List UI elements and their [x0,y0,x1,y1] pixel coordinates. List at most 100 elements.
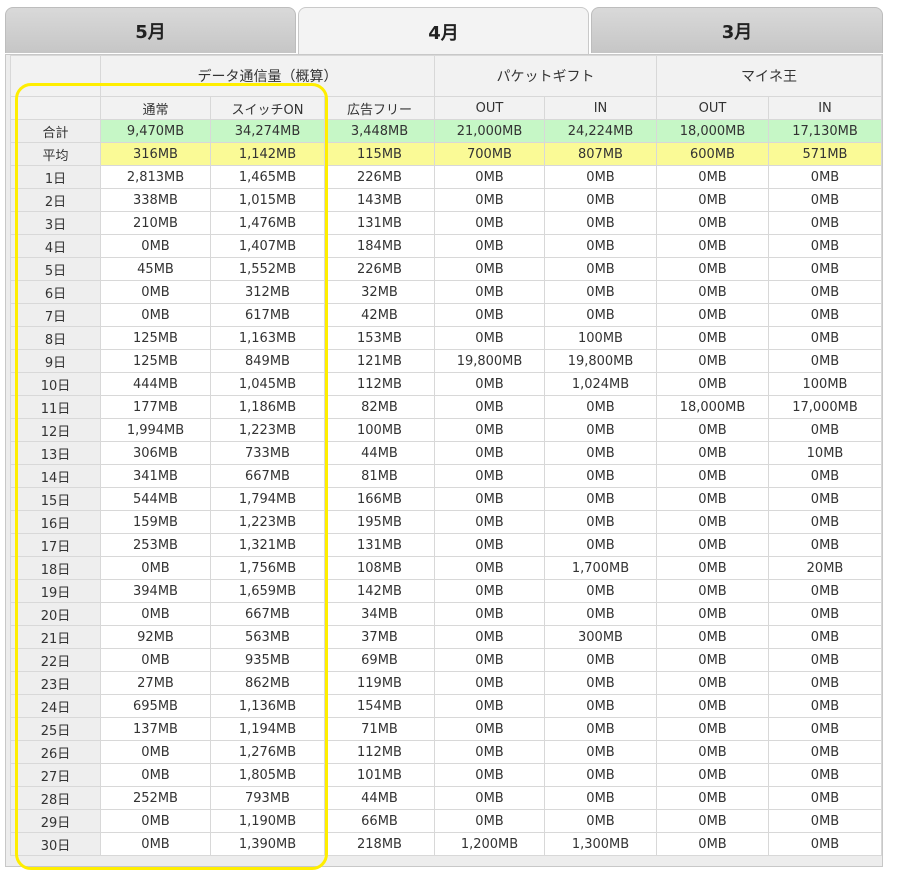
table-cell: 0MB [544,464,657,488]
table-cell: 0MB [656,625,769,649]
tab-april[interactable]: 4月 [298,7,589,55]
day-label: 22日 [10,648,101,672]
day-label: 26日 [10,740,101,764]
average-cell: 571MB [768,142,882,166]
average-cell: 807MB [544,142,657,166]
table-cell: 667MB [210,464,325,488]
table-row: 24日 695MB 1,136MB 154MB 0MB 0MB 0MB 0MB [10,694,882,718]
day-label: 27日 [10,763,101,787]
total-cell: 3,448MB [324,119,435,143]
table-row: 18日 0MB 1,756MB 108MB 0MB 1,700MB 0MB 20MB [10,556,882,580]
table-row: 17日 253MB 1,321MB 131MB 0MB 0MB 0MB 0MB [10,533,882,557]
table-cell: 695MB [100,694,211,718]
table-cell: 195MB [324,510,435,534]
table-cell: 27MB [100,671,211,695]
table-cell: 0MB [434,395,545,419]
average-cell: 316MB [100,142,211,166]
table-cell: 0MB [544,671,657,695]
table-cell: 0MB [656,602,769,626]
table-cell: 1,805MB [210,763,325,787]
table-cell: 137MB [100,717,211,741]
table-cell: 394MB [100,579,211,603]
col-packet-out: OUT [434,96,545,120]
total-row: 合計 9,470MB 34,274MB 3,448MB 21,000MB 24,… [10,119,882,143]
table-cell: 177MB [100,395,211,419]
table-cell: 1,136MB [210,694,325,718]
table-cell: 849MB [210,349,325,373]
table-row: 11日 177MB 1,186MB 82MB 0MB 0MB 18,000MB 17,000M… [10,395,882,419]
day-label: 23日 [10,671,101,695]
table-cell: 1,321MB [210,533,325,557]
table-cell: 667MB [210,602,325,626]
table-cell: 131MB [324,211,435,235]
table-cell: 0MB [100,809,211,833]
day-label: 16日 [10,510,101,534]
table-cell: 125MB [100,326,211,350]
table-cell: 42MB [324,303,435,327]
day-label: 24日 [10,694,101,718]
table-cell: 0MB [768,717,882,741]
table-row: 1日 2,813MB 1,465MB 226MB 0MB 0MB 0MB 0MB [10,165,882,189]
table-cell: 0MB [544,165,657,189]
table-cell: 862MB [210,671,325,695]
table-cell: 121MB [324,349,435,373]
group-data-usage: データ通信量（概算） [100,55,435,97]
table-cell: 341MB [100,464,211,488]
tab-may[interactable]: 5月 [5,7,296,53]
table-cell: 0MB [656,533,769,557]
table-cell: 82MB [324,395,435,419]
table-cell: 1,756MB [210,556,325,580]
table-cell: 0MB [768,303,882,327]
day-label: 4日 [10,234,101,258]
day-label: 30日 [10,832,101,856]
table-row: 29日 0MB 1,190MB 66MB 0MB 0MB 0MB 0MB [10,809,882,833]
table-cell: 0MB [768,257,882,281]
table-cell: 0MB [656,372,769,396]
day-label: 1日 [10,165,101,189]
corner-cell-2 [10,96,101,120]
table-cell: 253MB [100,533,211,557]
table-cell: 1,045MB [210,372,325,396]
table-cell: 71MB [324,717,435,741]
day-label: 28日 [10,786,101,810]
table-row: 10日 444MB 1,045MB 112MB 0MB 1,024MB 0MB 100MB [10,372,882,396]
header-row-groups: データ通信量（概算） パケットギフト マイネ王 [10,55,882,97]
table-row: 12日 1,994MB 1,223MB 100MB 0MB 0MB 0MB 0MB [10,418,882,442]
table-cell: 142MB [324,579,435,603]
total-cell: 21,000MB [434,119,545,143]
total-cell: 24,224MB [544,119,657,143]
day-label: 8日 [10,326,101,350]
table-cell: 0MB [768,671,882,695]
group-maine-ou: マイネ王 [656,55,882,97]
table-row: 4日 0MB 1,407MB 184MB 0MB 0MB 0MB 0MB [10,234,882,258]
table-cell: 0MB [544,211,657,235]
table-row: 28日 252MB 793MB 44MB 0MB 0MB 0MB 0MB [10,786,882,810]
day-label: 19日 [10,579,101,603]
table-cell: 0MB [434,487,545,511]
table-cell: 0MB [100,763,211,787]
tab-march[interactable]: 3月 [591,7,883,53]
table-cell: 20MB [768,556,882,580]
table-row: 19日 394MB 1,659MB 142MB 0MB 0MB 0MB 0MB [10,579,882,603]
table-cell: 0MB [434,211,545,235]
table-cell: 1,390MB [210,832,325,856]
table-cell: 1,700MB [544,556,657,580]
average-cell: 600MB [656,142,769,166]
table-cell: 0MB [768,625,882,649]
table-cell: 2,813MB [100,165,211,189]
table-cell: 0MB [434,418,545,442]
table-cell: 1,659MB [210,579,325,603]
table-cell: 0MB [656,694,769,718]
table-cell: 252MB [100,786,211,810]
table-cell: 1,407MB [210,234,325,258]
table-cell: 1,163MB [210,326,325,350]
table-cell: 0MB [656,464,769,488]
table-row: 25日 137MB 1,194MB 71MB 0MB 0MB 0MB 0MB [10,717,882,741]
table-cell: 312MB [210,280,325,304]
table-cell: 0MB [656,280,769,304]
table-cell: 1,194MB [210,717,325,741]
table-row: 13日 306MB 733MB 44MB 0MB 0MB 0MB 10MB [10,441,882,465]
table-row: 27日 0MB 1,805MB 101MB 0MB 0MB 0MB 0MB [10,763,882,787]
table-cell: 210MB [100,211,211,235]
table-cell: 0MB [768,418,882,442]
